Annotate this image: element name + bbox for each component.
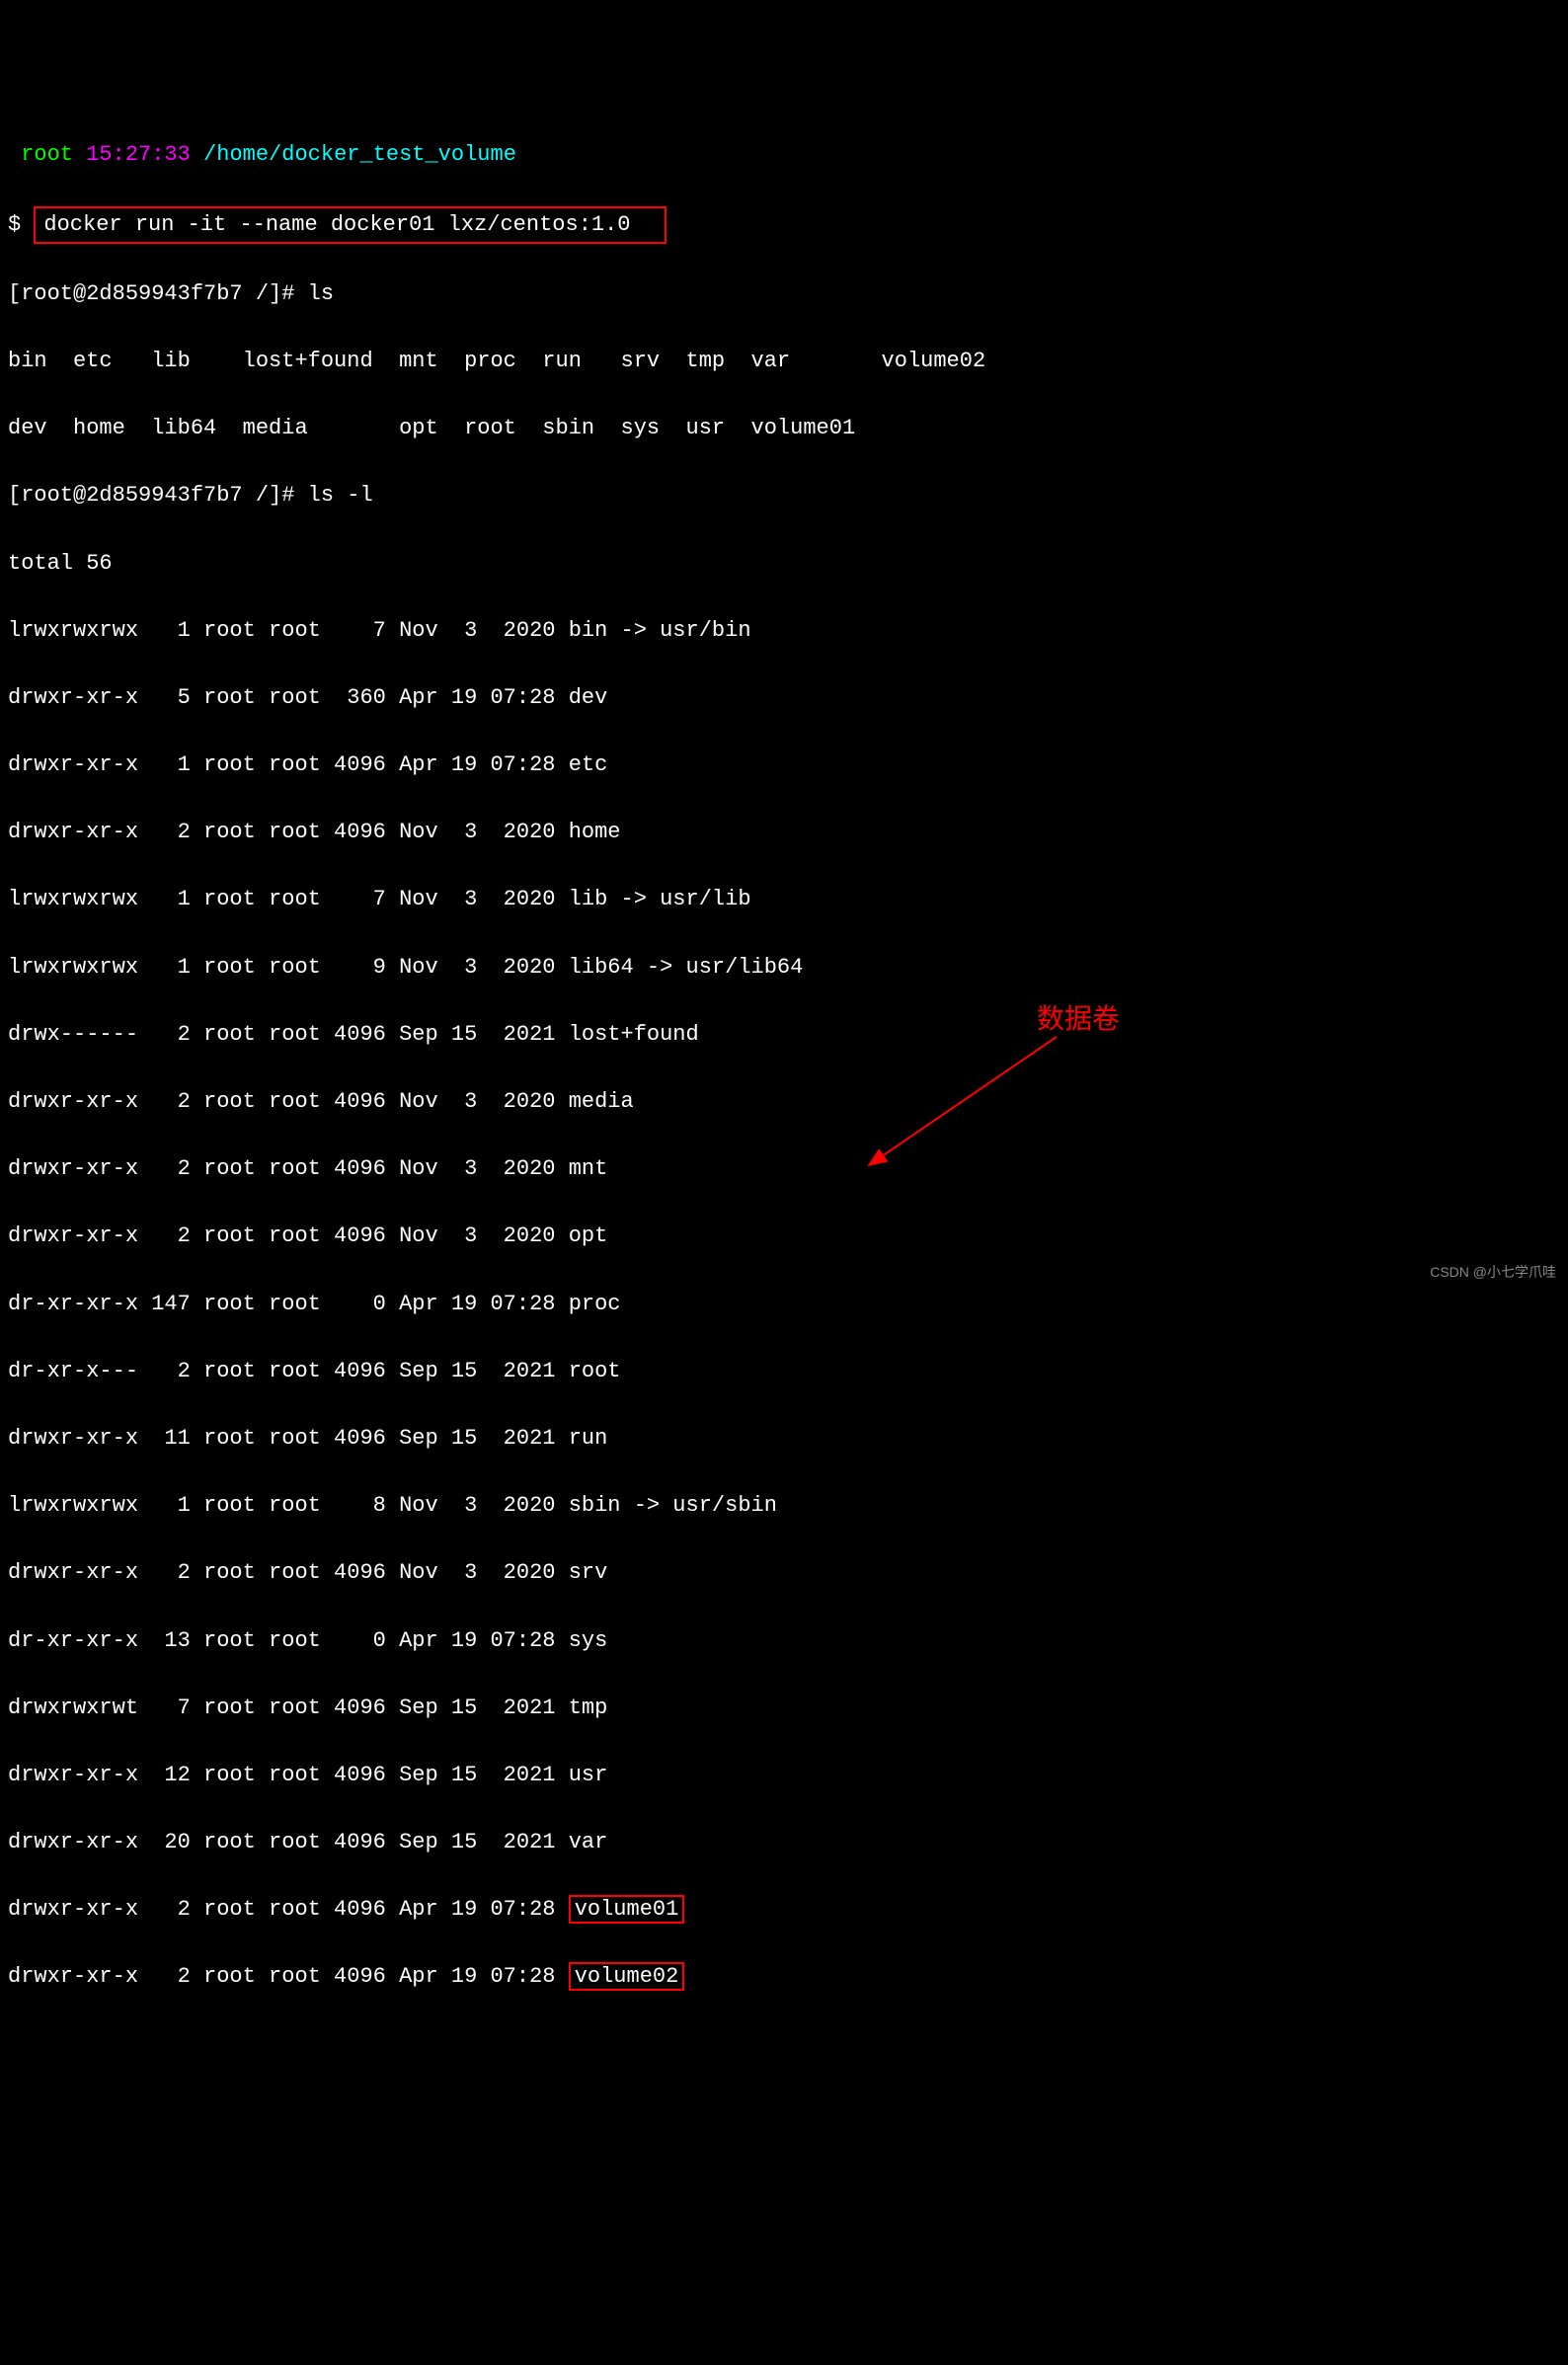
ls-output-row-2: dev home lib64 media opt root sbin sys u… bbox=[8, 412, 1560, 445]
annotation-label: 数据卷 bbox=[1037, 997, 1120, 1040]
docker-run-command: docker run -it --name docker01 lxz/cento… bbox=[43, 212, 657, 237]
ls-entry: drwxr-xr-x 2 root root 4096 Nov 3 2020 h… bbox=[8, 816, 1560, 849]
prompt-user: root bbox=[8, 142, 86, 167]
ls-entry: dr-xr-x--- 2 root root 4096 Sep 15 2021 … bbox=[8, 1355, 1560, 1388]
prompt-dollar: $ bbox=[8, 212, 34, 237]
ls-output-row-1: bin etc lib lost+found mnt proc run srv … bbox=[8, 345, 1560, 378]
prompt-line-2[interactable]: [root@2d859943f7b7 /]# ls bbox=[8, 277, 1560, 311]
ls-entry: dr-xr-xr-x 13 root root 0 Apr 19 07:28 s… bbox=[8, 1624, 1560, 1658]
watermark: CSDN @小七学爪哇 bbox=[1430, 1262, 1556, 1284]
volume02-box: volume02 bbox=[569, 1962, 685, 1991]
ls-entry: drwxr-xr-x 12 root root 4096 Sep 15 2021… bbox=[8, 1759, 1560, 1792]
docker-run-command-box: docker run -it --name docker01 lxz/cento… bbox=[34, 206, 666, 244]
prompt-path: /home/docker_test_volume bbox=[203, 142, 542, 167]
vol-prefix: drwxr-xr-x 2 root root 4096 Apr 19 07:28 bbox=[8, 1897, 569, 1922]
ls-entry-volume: drwxr-xr-x 2 root root 4096 Apr 19 07:28… bbox=[8, 1893, 1560, 1927]
ls-entry: lrwxrwxrwx 1 root root 7 Nov 3 2020 bin … bbox=[8, 614, 1560, 648]
ls-entry: dr-xr-xr-x 147 root root 0 Apr 19 07:28 … bbox=[8, 1288, 1560, 1321]
vol-prefix: drwxr-xr-x 2 root root 4096 Apr 19 07:28 bbox=[8, 1964, 569, 1989]
command-line-1[interactable]: $ docker run -it --name docker01 lxz/cen… bbox=[8, 206, 1560, 244]
ls-entry: drwxr-xr-x 1 root root 4096 Apr 19 07:28… bbox=[8, 749, 1560, 782]
ls-entry: lrwxrwxrwx 1 root root 7 Nov 3 2020 lib … bbox=[8, 883, 1560, 916]
prompt-line-1: root 15:27:33 /home/docker_test_volume bbox=[8, 138, 1560, 172]
prompt-line-3[interactable]: [root@2d859943f7b7 /]# ls -l bbox=[8, 479, 1560, 512]
ls-entry: drwxr-xr-x 2 root root 4096 Nov 3 2020 o… bbox=[8, 1220, 1560, 1253]
ls-entry: drwxr-xr-x 11 root root 4096 Sep 15 2021… bbox=[8, 1422, 1560, 1456]
ls-entry: drwxrwxrwt 7 root root 4096 Sep 15 2021 … bbox=[8, 1692, 1560, 1725]
volume01-name: volume01 bbox=[575, 1897, 679, 1922]
ls-entry: lrwxrwxrwx 1 root root 9 Nov 3 2020 lib6… bbox=[8, 951, 1560, 985]
volume02-name: volume02 bbox=[575, 1964, 679, 1989]
ls-entry: drwxr-xr-x 2 root root 4096 Nov 3 2020 m… bbox=[8, 1085, 1560, 1119]
ls-entry-volume: drwxr-xr-x 2 root root 4096 Apr 19 07:28… bbox=[8, 1960, 1560, 1994]
ls-entry: drwxr-xr-x 5 root root 360 Apr 19 07:28 … bbox=[8, 681, 1560, 715]
total-line: total 56 bbox=[8, 547, 1560, 581]
ls-entry: lrwxrwxrwx 1 root root 8 Nov 3 2020 sbin… bbox=[8, 1489, 1560, 1523]
volume01-box: volume01 bbox=[569, 1895, 685, 1924]
prompt-time: 15:27:33 bbox=[86, 142, 203, 167]
ls-entry: drwxr-xr-x 2 root root 4096 Nov 3 2020 s… bbox=[8, 1556, 1560, 1590]
ls-entry: drwxr-xr-x 20 root root 4096 Sep 15 2021… bbox=[8, 1826, 1560, 1859]
ls-entry: drwxr-xr-x 2 root root 4096 Nov 3 2020 m… bbox=[8, 1152, 1560, 1186]
ls-entry: drwx------ 2 root root 4096 Sep 15 2021 … bbox=[8, 1018, 1560, 1052]
